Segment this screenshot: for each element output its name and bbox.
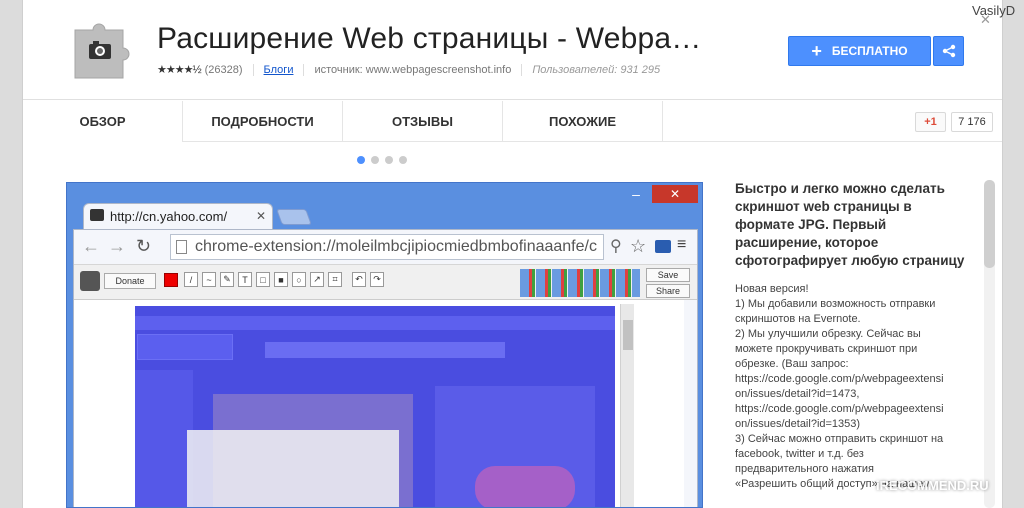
redo-icon: ↷ bbox=[370, 272, 384, 287]
screenshot-preview[interactable]: – ✕ http://cn.yahoo.com/ ✕ ← → ↻ chrome-… bbox=[66, 182, 703, 508]
color-swatch bbox=[164, 273, 178, 287]
ellipse-tool-icon: ○ bbox=[292, 272, 306, 287]
divider bbox=[303, 63, 305, 76]
username-watermark: VasilyD bbox=[972, 3, 1016, 18]
description-line: on/issues/detail?id=1473, bbox=[735, 388, 860, 400]
captured-yahoo-page bbox=[135, 306, 615, 507]
fill-rect-tool-icon: ■ bbox=[274, 272, 288, 287]
address-bar: chrome-extension://moleilmbcjipiocmiedbm… bbox=[170, 234, 604, 260]
back-icon: ← bbox=[82, 236, 100, 256]
meta-row: ★★★★½ (26328) Блоги источник: www.webpag… bbox=[157, 63, 660, 76]
install-free-button[interactable]: + БЕСПЛАТНО bbox=[788, 36, 931, 66]
captured-page bbox=[74, 300, 684, 507]
tab-details[interactable]: ПОДРОБНОСТИ bbox=[183, 101, 343, 142]
menu-icon: ≡ bbox=[677, 236, 687, 253]
window-close-icon: ✕ bbox=[652, 185, 698, 203]
carousel-dot[interactable] bbox=[385, 156, 393, 164]
blogs-link[interactable]: Блоги bbox=[264, 64, 294, 76]
arrow-tool-icon: ↗ bbox=[310, 272, 324, 287]
share-icon bbox=[942, 44, 955, 58]
save-button: Save bbox=[646, 268, 690, 282]
description-line: можете прокручивать скриншот при bbox=[735, 343, 918, 355]
search-icon: ⚲ bbox=[610, 238, 622, 255]
text-tool-icon: T bbox=[238, 272, 252, 287]
undo-icon: ↶ bbox=[352, 272, 366, 287]
description-body: Новая версия! 1) Мы добавили возможность… bbox=[735, 282, 967, 492]
divider bbox=[252, 63, 254, 76]
carousel-dot[interactable] bbox=[399, 156, 407, 164]
rating-stars: ★★★★½ bbox=[157, 64, 202, 76]
star-icon: ☆ bbox=[630, 236, 647, 256]
gplus-count: 7 176 bbox=[951, 112, 993, 132]
page-title: Расширение Web страницы - Webpa… bbox=[157, 22, 702, 55]
share-text-button: Share bbox=[646, 284, 690, 298]
donate-button: Donate bbox=[104, 273, 156, 289]
header: Расширение Web страницы - Webpa… ★★★★½ (… bbox=[23, 0, 1002, 100]
new-tab-icon bbox=[276, 209, 312, 225]
carousel-dots bbox=[357, 156, 407, 164]
line-tool-icon: / bbox=[184, 272, 198, 287]
reload-icon: ↻ bbox=[136, 236, 152, 256]
preview-scrollbar bbox=[620, 304, 634, 507]
description-line: Новая версия! bbox=[735, 283, 809, 295]
description-line: facebook, twitter и т.д. без bbox=[735, 448, 864, 460]
extension-camera-icon bbox=[655, 240, 671, 253]
share-button[interactable] bbox=[933, 36, 964, 66]
address-text: chrome-extension://moleilmbcjipiocmiedbm… bbox=[195, 238, 597, 255]
tab-bar: ОБЗОР ПОДРОБНОСТИ ОТЗЫВЫ ПОХОЖИЕ bbox=[23, 101, 1002, 142]
divider bbox=[521, 63, 523, 76]
capture-toolbar: Donate / ~ ✎ T □ ■ ○ ↗ ⌗ ↶ ↷ Save Share bbox=[74, 264, 697, 300]
description-line: https://code.google.com/p/webpageextensi bbox=[735, 373, 944, 385]
page-icon bbox=[176, 240, 187, 254]
description-line: скриншотов на Evernote. bbox=[735, 313, 861, 325]
crop-tool-icon: ⌗ bbox=[328, 272, 342, 287]
camera-icon bbox=[80, 271, 100, 291]
browser-nav: ← → ↻ chrome-extension://moleilmbcjipioc… bbox=[74, 230, 697, 264]
extension-detail-dialog: Расширение Web страницы - Webpa… ★★★★½ (… bbox=[22, 0, 1003, 508]
browser-body: ← → ↻ chrome-extension://moleilmbcjipioc… bbox=[73, 229, 698, 507]
forward-icon: → bbox=[108, 236, 126, 256]
tab-overview[interactable]: ОБЗОР bbox=[23, 101, 183, 142]
browser-tab: http://cn.yahoo.com/ ✕ bbox=[83, 203, 273, 229]
rating-count: (26328) bbox=[204, 63, 243, 76]
description-line: on/issues/detail?id=1353) bbox=[735, 418, 861, 430]
tab-reviews[interactable]: ОТЗЫВЫ bbox=[343, 101, 503, 142]
description-line: 2) Мы улучшили обрезку. Сейчас вы bbox=[735, 328, 921, 340]
carousel-dot[interactable] bbox=[357, 156, 365, 164]
users-count: Пользователей: 931 295 bbox=[532, 63, 661, 76]
description-line: https://code.google.com/p/webpageextensi bbox=[735, 403, 944, 415]
tab-related[interactable]: ПОХОЖИЕ bbox=[503, 101, 663, 142]
share-icons-grid bbox=[520, 269, 640, 297]
description-line: обрезке. (Ваш запрос: bbox=[735, 358, 849, 370]
scroll-thumb[interactable] bbox=[984, 180, 995, 268]
minimize-icon: – bbox=[632, 186, 640, 202]
carousel-dot[interactable] bbox=[371, 156, 379, 164]
browser-tab-title: http://cn.yahoo.com/ bbox=[110, 209, 228, 224]
page-scrollbar[interactable] bbox=[984, 180, 995, 508]
description-line: предварительного нажатия bbox=[735, 463, 874, 475]
curve-tool-icon: ~ bbox=[202, 272, 216, 287]
puzzle-camera-icon bbox=[65, 16, 133, 82]
gplus-button[interactable]: +1 bbox=[915, 112, 946, 132]
description-panel: Быстро и легко можно сделать скриншот we… bbox=[735, 180, 967, 492]
camera-icon bbox=[90, 209, 104, 221]
brush-tool-icon: ✎ bbox=[220, 272, 234, 287]
description-heading: Быстро и легко можно сделать скриншот we… bbox=[735, 181, 965, 268]
rect-tool-icon: □ bbox=[256, 272, 270, 287]
tab-close-icon: ✕ bbox=[256, 209, 267, 223]
source-text: источник: www.webpagescreenshot.info bbox=[314, 63, 512, 76]
site-watermark: iRECOMMEND.RU bbox=[876, 478, 989, 493]
description-line: 1) Мы добавили возможность отправки bbox=[735, 298, 936, 310]
description-line: 3) Сейчас можно отправить скриншот на bbox=[735, 433, 944, 445]
install-button-label: БЕСПЛАТНО bbox=[831, 44, 908, 58]
plus-icon: + bbox=[811, 41, 822, 61]
